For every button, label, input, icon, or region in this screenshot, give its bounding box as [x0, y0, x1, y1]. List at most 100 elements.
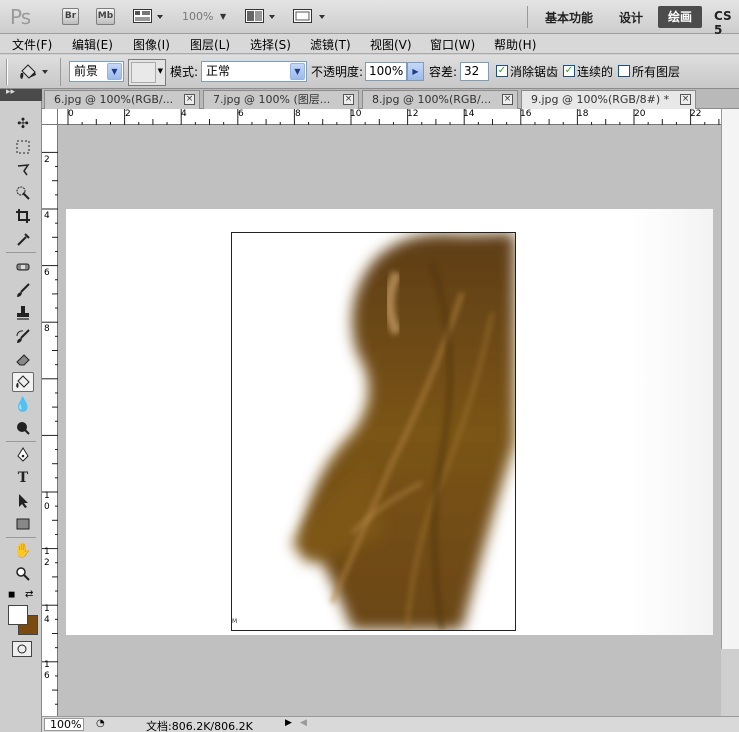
hand-icon: ✋ [14, 543, 32, 559]
all-layers-label[interactable]: 所有图层 [632, 63, 680, 80]
default-colors-icon[interactable]: ◼ [8, 590, 15, 600]
bandage-icon [16, 263, 30, 271]
menu-help[interactable]: 帮助(H) [494, 36, 536, 53]
view-extras-button[interactable] [133, 8, 165, 28]
separator [6, 252, 36, 253]
scroll-left-arrow-icon[interactable]: ◀ [300, 718, 307, 728]
paint-bucket-tool[interactable] [12, 372, 34, 392]
eyedropper-tool[interactable] [12, 229, 34, 249]
collapse-panel-icon[interactable]: ▸▸ [6, 87, 15, 97]
pattern-picker[interactable]: ▼ [128, 59, 166, 86]
paint-bucket-icon [20, 64, 48, 79]
ruler-label: 6 [44, 268, 50, 278]
tab-label: 8.jpg @ 100%(RGB/... [372, 93, 492, 106]
antialias-checkbox[interactable]: ✓ [496, 65, 508, 77]
bridge-button[interactable]: Br [62, 8, 79, 25]
image-frame[interactable]: M [231, 232, 516, 631]
fill-source-select[interactable]: 前景 ▼ [69, 61, 124, 82]
menu-window[interactable]: 窗口(W) [430, 36, 475, 53]
close-icon[interactable]: × [184, 94, 195, 105]
clone-stamp-tool[interactable] [12, 303, 34, 323]
ruler-label: 16 [520, 109, 532, 119]
document-tab[interactable]: 7.jpg @ 100% (图层... × [203, 90, 359, 109]
close-icon[interactable]: × [680, 94, 691, 105]
ruler-label: 8 [44, 324, 50, 334]
contiguous-checkbox[interactable]: ✓ [563, 65, 575, 77]
dodge-tool[interactable] [12, 418, 34, 438]
menu-image[interactable]: 图像(I) [133, 36, 170, 53]
blend-mode-select[interactable]: 正常 ▼ [201, 61, 307, 82]
all-layers-checkbox[interactable] [618, 65, 630, 77]
move-tool[interactable]: ✣ [12, 114, 34, 134]
quick-mask-button[interactable] [12, 641, 32, 657]
separator [527, 6, 528, 28]
healing-brush-tool[interactable] [12, 257, 34, 277]
history-brush-icon [16, 329, 30, 343]
tolerance-input[interactable]: 32 [460, 62, 489, 81]
chevron-down-icon: ▼ [157, 67, 163, 75]
status-menu-arrow-icon[interactable]: ▶ [285, 718, 292, 728]
ruler-label: 8 [295, 109, 301, 119]
menu-view[interactable]: 视图(V) [370, 36, 412, 53]
document-tab[interactable]: 6.jpg @ 100%(RGB/... × [44, 90, 200, 109]
status-info-icon[interactable]: ◔ [96, 718, 105, 729]
zoom-tool[interactable] [12, 564, 34, 584]
tab-label: 9.jpg @ 100%(RGB/8#) * [531, 93, 670, 106]
history-brush-tool[interactable] [12, 326, 34, 346]
canvas-mark: M [232, 618, 238, 625]
close-icon[interactable]: × [343, 94, 354, 105]
eraser-tool[interactable] [12, 349, 34, 369]
status-zoom-input[interactable]: 100% [44, 718, 84, 731]
opacity-slider-button[interactable]: ▶ [407, 62, 424, 81]
menu-file[interactable]: 文件(F) [12, 36, 52, 53]
application-bar: Ps Br Mb 100% ▼ 基本功能 设计 绘画 CS 5 [0, 0, 739, 37]
zoom-dropdown-icon[interactable]: ▼ [220, 12, 226, 21]
foreground-color-swatch[interactable] [8, 605, 28, 625]
quick-selection-tool[interactable] [12, 183, 34, 203]
document-tab[interactable]: 8.jpg @ 100%(RGB/... × [362, 90, 518, 109]
lasso-tool[interactable] [12, 160, 34, 180]
contiguous-label[interactable]: 连续的 [577, 63, 613, 80]
menu-bar: 文件(F) 编辑(E) 图像(I) 图层(L) 选择(S) 滤镜(T) 视图(V… [0, 34, 739, 54]
marquee-tool[interactable] [12, 137, 34, 157]
mini-bridge-button[interactable]: Mb [96, 8, 115, 25]
horizontal-ruler[interactable]: 0 2 4 6 8 10 12 14 16 18 20 22 [58, 109, 721, 125]
mode-label: 模式: [170, 65, 199, 79]
zoom-level-display[interactable]: 100% [182, 10, 213, 23]
blur-tool[interactable]: 💧 [12, 395, 34, 415]
separator [60, 58, 61, 86]
screen-mode-button[interactable] [293, 8, 327, 28]
arrange-documents-button[interactable] [245, 8, 277, 28]
pen-icon [17, 447, 29, 462]
workspace-painting[interactable]: 绘画 [658, 6, 702, 28]
rect-marquee-icon [16, 140, 30, 154]
close-icon[interactable]: × [502, 94, 513, 105]
type-tool[interactable]: T [12, 468, 34, 488]
workspace-cs-live[interactable]: CS 5 [714, 9, 739, 37]
swap-colors-icon[interactable]: ⇄ [25, 589, 33, 600]
antialias-label[interactable]: 消除锯齿 [510, 63, 558, 80]
stamp-icon [17, 306, 29, 320]
pen-tool[interactable] [12, 445, 34, 465]
ruler-label: 2 [125, 109, 131, 119]
rectangle-tool[interactable] [12, 514, 34, 534]
ruler-origin[interactable] [42, 109, 58, 125]
hand-tool[interactable]: ✋ [12, 541, 34, 561]
dodge-icon [17, 422, 30, 435]
menu-layer[interactable]: 图层(L) [190, 36, 230, 53]
document-tab-active[interactable]: 9.jpg @ 100%(RGB/8#) * × [521, 90, 696, 109]
menu-filter[interactable]: 滤镜(T) [310, 36, 351, 53]
vertical-scrollbar[interactable] [721, 109, 739, 649]
workspace-essentials[interactable]: 基本功能 [545, 9, 593, 26]
crop-tool[interactable] [12, 206, 34, 226]
canvas-edge-shade [633, 209, 713, 635]
tools-panel-header[interactable]: ▸▸ [0, 87, 42, 101]
path-selection-tool[interactable] [12, 491, 34, 511]
vertical-ruler[interactable]: 2 4 6 8 1 0 1 2 1 4 1 6 [42, 125, 58, 716]
menu-select[interactable]: 选择(S) [250, 36, 291, 53]
workspace-design[interactable]: 设计 [619, 9, 643, 26]
opacity-input[interactable]: 100% [365, 62, 407, 81]
menu-edit[interactable]: 编辑(E) [72, 36, 113, 53]
brush-tool[interactable] [12, 280, 34, 300]
tool-preset-picker[interactable] [18, 62, 52, 85]
